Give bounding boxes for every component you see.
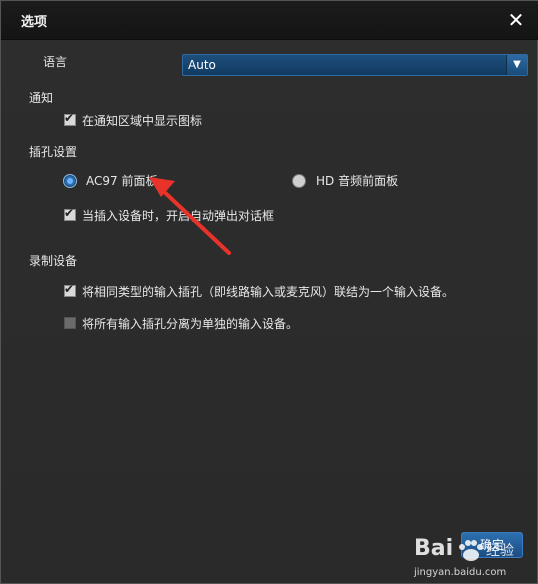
combine-inputs-checkbox[interactable] [64, 282, 76, 297]
ac97-radio[interactable] [63, 174, 77, 188]
options-dialog: 选项 ✕ 语言 Auto ▼ 通知 在通知区域中显示图标 插孔设置 AC97 前… [0, 0, 538, 584]
hd-audio-label: HD 音频前面板 [316, 174, 399, 188]
dialog-title: 选项 [21, 15, 48, 30]
separate-inputs-label: 将所有输入插孔分离为单独的输入设备。 [82, 317, 299, 331]
combine-inputs-label: 将相同类型的输入插孔（即线路输入或麦克风）联结为一个输入设备。 [82, 285, 455, 299]
auto-popup-checkbox[interactable] [64, 206, 76, 221]
separate-inputs-checkbox[interactable] [64, 317, 76, 329]
svg-text:jingyan.baidu.com: jingyan.baidu.com [413, 567, 506, 578]
show-icon-label: 在通知区域中显示图标 [82, 114, 203, 128]
notify-section-heading: 通知 [29, 91, 54, 105]
hd-audio-radio[interactable] [292, 174, 306, 188]
chevron-down-icon[interactable]: ▼ [506, 55, 527, 75]
svg-text:经验: 经验 [486, 543, 514, 559]
baidu-watermark-icon: Bai 经验 jingyan.baidu.com [413, 536, 514, 578]
annotation-arrow-icon [149, 177, 231, 255]
language-label: 语言 [43, 55, 68, 69]
language-select[interactable]: Auto ▼ [182, 54, 528, 76]
language-select-value: Auto [188, 58, 216, 72]
close-icon[interactable]: ✕ [505, 9, 527, 31]
record-section-heading: 录制设备 [29, 254, 78, 268]
show-icon-checkbox[interactable] [64, 111, 76, 126]
jack-section-heading: 插孔设置 [29, 145, 78, 159]
svg-text:Bai: Bai [414, 536, 453, 561]
title-bar: 选项 ✕ [1, 1, 538, 40]
